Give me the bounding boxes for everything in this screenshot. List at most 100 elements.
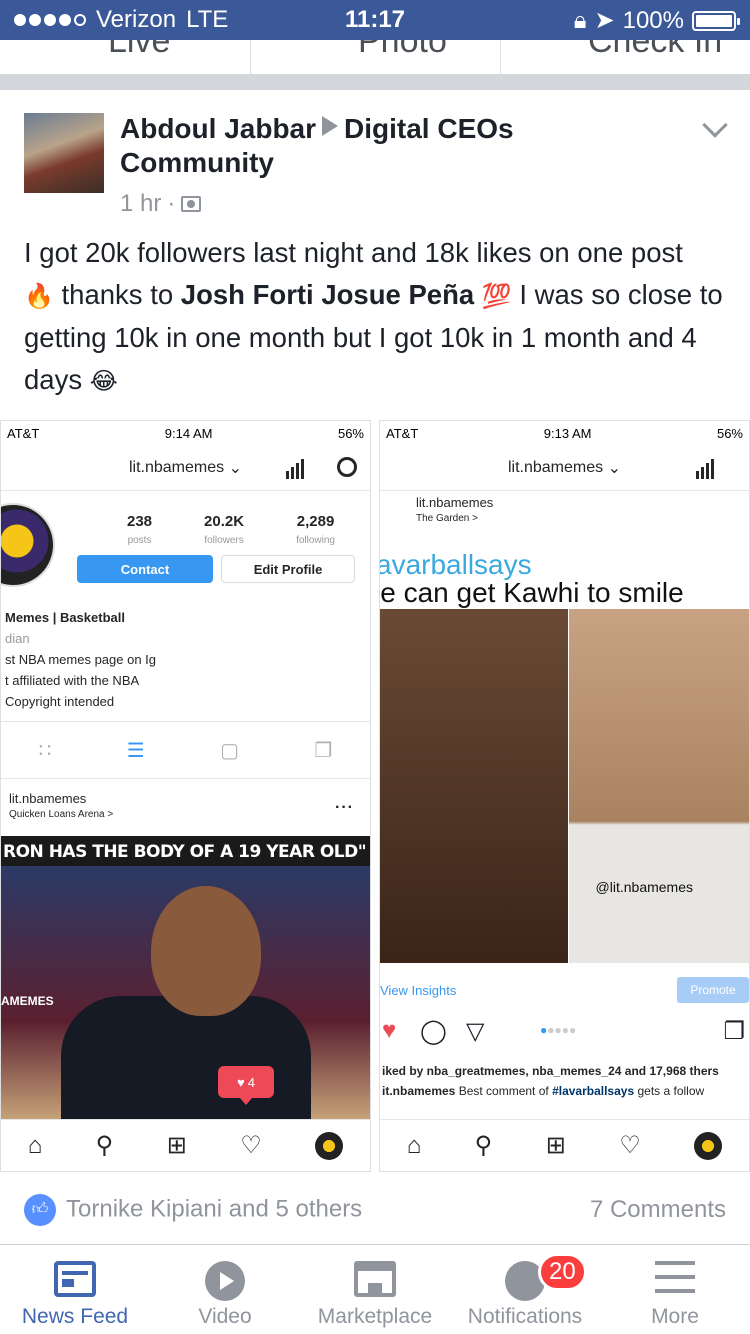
- insights-bars-icon: [696, 459, 714, 479]
- insights-bars-icon: [286, 459, 304, 479]
- status-bar: Verizon LTE 11:17 🔒︎ ➤ 100%: [0, 0, 750, 40]
- ig-like-notification: ♥ 4: [218, 1066, 274, 1105]
- live-button[interactable]: Live: [108, 40, 170, 61]
- ig-bottom-nav: ⌂ ⚲ ⊞ ♡: [380, 1119, 749, 1171]
- hamburger-menu-icon: [655, 1261, 695, 1293]
- ig-status-bar: AT&T 9:13 AM 56%: [380, 421, 749, 445]
- battery-icon: [692, 10, 740, 31]
- ig-meme-image: avarballsays le can get Kawhi to smile @…: [380, 549, 749, 963]
- add-post-icon: ⊞: [545, 1132, 566, 1159]
- ig-time: 9:13 AM: [543, 425, 592, 441]
- laughing-emoji: 😂: [89, 367, 118, 395]
- fire-emoji: 🔥: [24, 282, 54, 310]
- ig-insights-row: View Insights Promote: [380, 977, 749, 1005]
- ig-username: lit.nbamemes: [128, 458, 225, 476]
- ig-username: lit.nbamemes: [507, 458, 604, 476]
- composer-actions: Live Photo Check In: [0, 40, 750, 76]
- hundred-emoji: 💯: [481, 282, 512, 310]
- tab-video[interactable]: Video: [150, 1245, 300, 1334]
- bookmark-icon: ❐: [314, 739, 333, 762]
- profile-icon: [315, 1131, 344, 1160]
- ig-battery: 56%: [716, 425, 743, 441]
- search-icon: ⚲: [95, 1132, 114, 1159]
- tab-notifications[interactable]: 20 Notifications: [450, 1245, 600, 1334]
- ig-profile-header: lit.nbamemes ⌄: [380, 445, 749, 491]
- ig-post-header: lit.nbamemes Quicken Loans Arena >: [9, 791, 114, 820]
- notifications-badge: 20: [538, 1253, 587, 1291]
- author-avatar[interactable]: [24, 113, 104, 193]
- tab-marketplace[interactable]: Marketplace: [300, 1245, 450, 1334]
- ig-avatar: [1, 503, 55, 587]
- video-play-icon: [205, 1261, 245, 1301]
- ig-more-icon: ···: [335, 799, 354, 816]
- location-arrow-icon: ➤: [594, 7, 615, 34]
- carousel-dots: ●●●●●: [540, 1023, 577, 1037]
- tab-news-feed[interactable]: News Feed: [0, 1245, 150, 1334]
- liked-by: iked by nba_greatmemes, nba_memes_24 and…: [382, 1064, 719, 1078]
- share-icon: ▽: [466, 1018, 485, 1045]
- photo-button[interactable]: Photo: [358, 40, 447, 61]
- ig-battery: 56%: [337, 425, 364, 441]
- post-text: I got 20k followers last night and 18k l…: [24, 232, 734, 402]
- ig-contact-button: Contact: [77, 555, 213, 583]
- shared-to-arrow-icon: [322, 116, 339, 136]
- bottom-tab-bar: News Feed Video Marketplace 20 Notificat…: [0, 1244, 750, 1334]
- reactions-summary[interactable]: Tornike Kipiani and 5 others: [66, 1195, 362, 1222]
- ig-bio: Memes | Basketball dian st NBA memes pag…: [5, 610, 157, 709]
- checkin-button[interactable]: Check In: [588, 40, 722, 61]
- tagged-icon: ▢: [220, 739, 239, 762]
- add-post-icon: ⊞: [166, 1132, 187, 1159]
- reactions-row: 👍︎ Tornike Kipiani and 5 others 7 Comment…: [24, 1190, 726, 1230]
- meme-line-2: le can get Kawhi to smile: [380, 577, 684, 608]
- meme-caption: RON HAS THE BODY OF A 19 YEAR OLD": [3, 842, 367, 862]
- divider: [500, 40, 501, 76]
- ig-time: 9:14 AM: [164, 425, 213, 441]
- author-name[interactable]: Abdoul Jabbar: [120, 113, 316, 144]
- comment-icon: ◯: [420, 1018, 447, 1045]
- heart-icon: ♡: [240, 1132, 262, 1159]
- search-icon: ⚲: [474, 1132, 493, 1159]
- ig-carrier: AT&T: [386, 425, 419, 441]
- ig-post-header: lit.nbamemes The Garden >: [416, 495, 494, 524]
- view-insights-link: View Insights: [380, 983, 457, 998]
- group-audience-icon: [181, 196, 202, 212]
- ig-status-bar: AT&T 9:14 AM 56%: [1, 421, 370, 445]
- post-meta: 1 hr ·: [120, 190, 202, 218]
- ig-meme-image: RON HAS THE BODY OF A 19 YEAR OLD" AMEME…: [1, 836, 370, 1121]
- mention-link[interactable]: Josh Forti Josue Peña: [181, 279, 474, 310]
- ig-action-row: ♥ ◯ ▽ ●●●●● ❐: [380, 1017, 749, 1047]
- home-icon: ⌂: [27, 1131, 43, 1159]
- grid-icon: ∷: [38, 739, 52, 762]
- comments-count[interactable]: 7 Comments: [590, 1196, 726, 1224]
- ig-stats: 238 posts 20.2K followers 2,289 following: [127, 513, 335, 546]
- battery-percent: 100%: [622, 6, 684, 34]
- meme-watermark: AMEMES: [1, 994, 54, 1008]
- list-icon: ☰: [126, 739, 145, 762]
- post-options-chevron-icon[interactable]: [702, 112, 728, 138]
- post-author-line: Abdoul Jabbar Digital CEOs Community: [120, 112, 660, 180]
- ig-profile-header: lit.nbamemes ⌄: [1, 445, 370, 491]
- marketplace-shop-icon: [354, 1261, 396, 1297]
- post-time[interactable]: 1 hr: [120, 190, 161, 218]
- tab-more[interactable]: More: [600, 1245, 750, 1334]
- profile-icon: [694, 1131, 723, 1160]
- ig-caption: iked by nba_greatmemes, nba_memes_24 and…: [382, 1061, 749, 1101]
- meme-watermark: @lit.nbamemes: [595, 879, 693, 895]
- post-photo-right[interactable]: AT&T 9:13 AM 56% lit.nbamemes ⌄ lit.nbam…: [379, 420, 750, 1172]
- save-icon: ❐: [723, 1018, 745, 1045]
- promote-button: Promote: [677, 977, 749, 1003]
- news-feed-icon: [54, 1261, 96, 1297]
- ig-bottom-nav: ⌂ ⚲ ⊞ ♡: [1, 1119, 370, 1171]
- divider: [250, 40, 251, 76]
- gear-icon: [337, 457, 357, 477]
- ig-edit-profile-button: Edit Profile: [221, 555, 355, 583]
- rotation-lock-icon: 🔒︎: [573, 6, 587, 34]
- liked-heart-icon: ♥: [382, 1017, 397, 1044]
- post-photo-left[interactable]: AT&T 9:14 AM 56% lit.nbamemes ⌄ 238 posts…: [0, 420, 371, 1172]
- ig-carrier: AT&T: [7, 425, 40, 441]
- ig-view-tabs: ∷ ☰ ▢ ❐: [1, 721, 370, 779]
- heart-icon: ♡: [619, 1132, 641, 1159]
- feed-separator: [0, 74, 750, 90]
- home-icon: ⌂: [406, 1131, 422, 1159]
- like-thumb-icon: 👍︎: [24, 1194, 56, 1226]
